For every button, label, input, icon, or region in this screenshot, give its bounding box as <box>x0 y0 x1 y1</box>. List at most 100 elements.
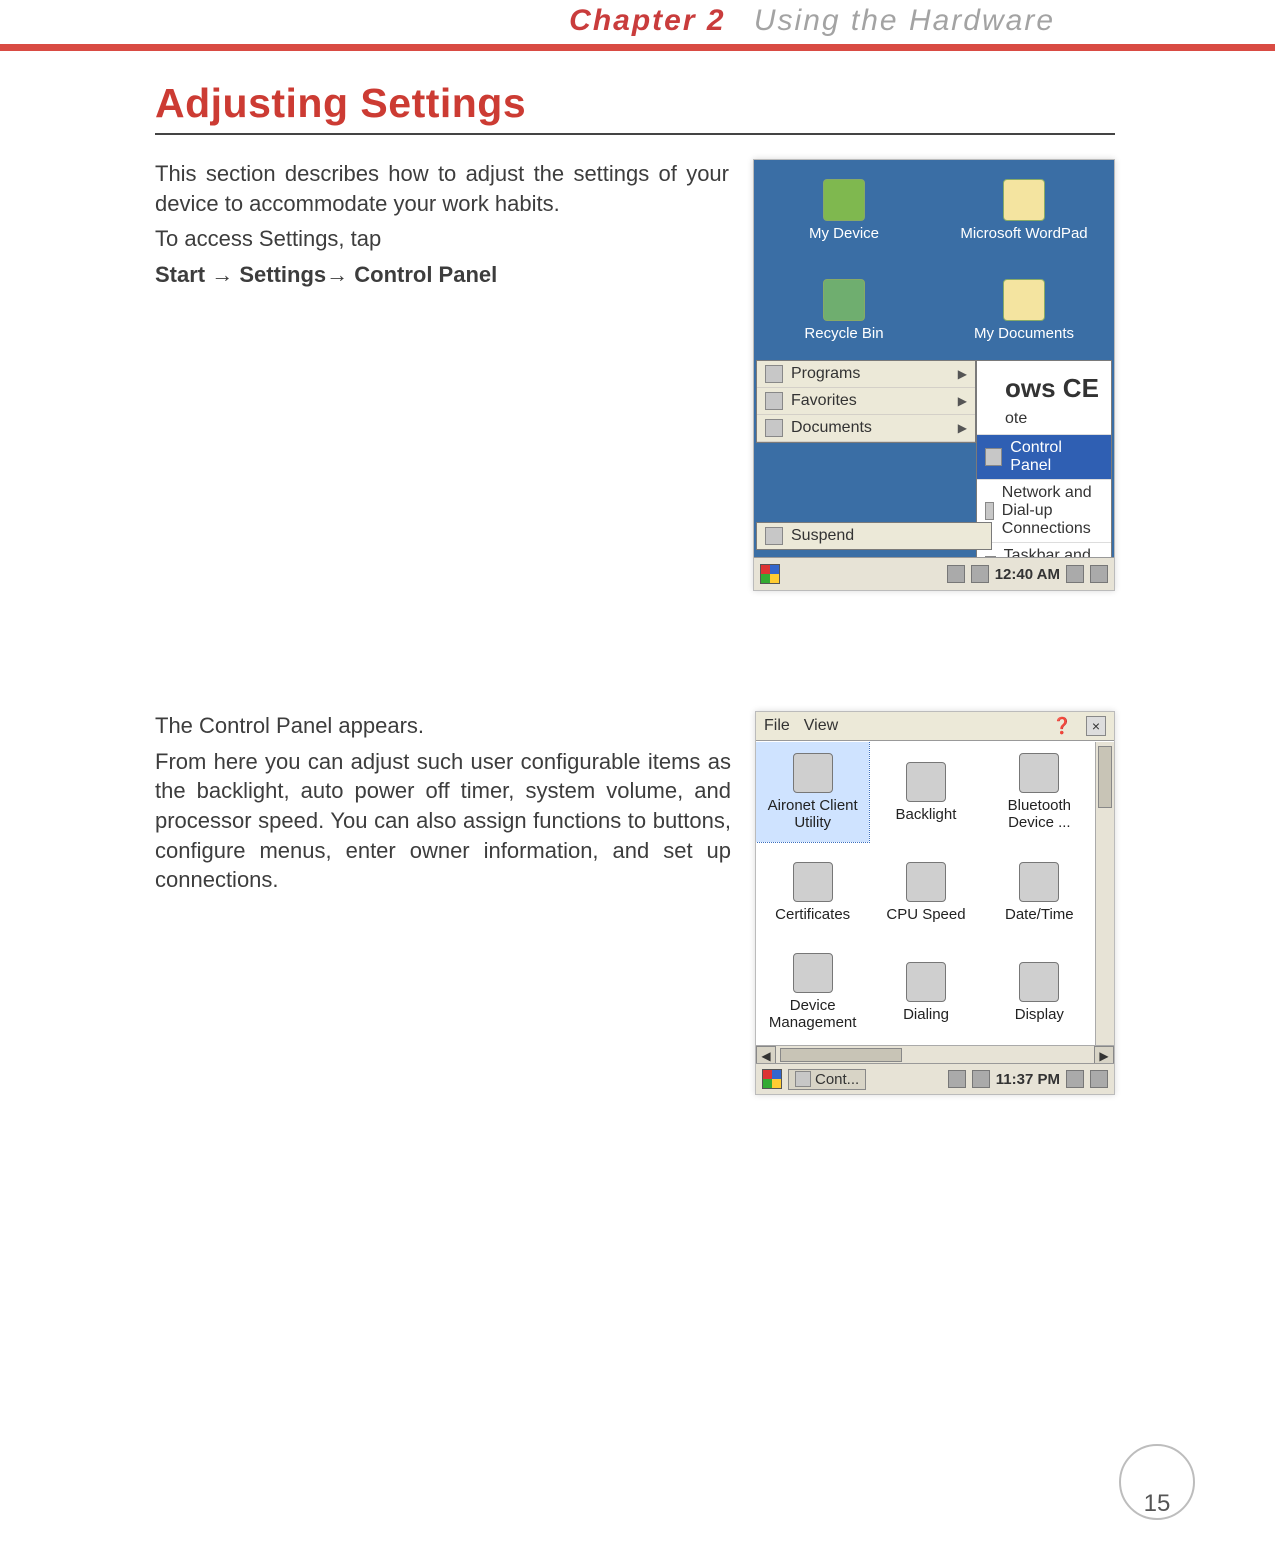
cp-item-device-management[interactable]: Device Management <box>756 942 869 1042</box>
close-button[interactable]: × <box>1086 716 1106 736</box>
intro-text: This section describes how to adjust the… <box>155 159 729 296</box>
help-button[interactable]: ❓ <box>1052 716 1072 736</box>
menubar: File View ❓ × <box>756 712 1114 741</box>
cp-item-certificates[interactable]: Certificates <box>756 842 869 942</box>
windows-ce-banner: ows CE <box>977 363 1111 410</box>
tray-icon[interactable] <box>1066 1070 1084 1088</box>
submenu-control-panel[interactable]: Control Panel <box>977 434 1111 479</box>
desktop-icon-my-documents[interactable]: My Documents <box>934 260 1114 360</box>
header-rule <box>0 44 1275 51</box>
tray-icon[interactable] <box>972 1070 990 1088</box>
cp-item-aironet[interactable]: Aironet Client Utility <box>756 742 869 842</box>
programs-icon <box>765 365 783 383</box>
menu-label: Favorites <box>791 392 857 410</box>
cp-item-date-time[interactable]: Date/Time <box>983 842 1096 942</box>
scrollbar-thumb[interactable] <box>780 1048 902 1062</box>
chevron-right-icon: ▶ <box>958 394 967 408</box>
horizontal-scrollbar[interactable]: ◀ ▶ <box>756 1045 1114 1064</box>
menu-file[interactable]: File <box>764 717 790 735</box>
tray-icon[interactable] <box>1066 565 1084 583</box>
cp-item-label: Certificates <box>775 906 850 923</box>
start-menu: Programs▶ Favorites ▶ Documents▶ <box>756 360 976 443</box>
suspend-icon <box>765 527 783 545</box>
cp-item-label: Date/Time <box>1005 906 1074 923</box>
taskbar-clock: 12:40 AM <box>995 566 1060 583</box>
taskbar: 12:40 AM <box>754 557 1114 590</box>
bluetooth-icon <box>1019 753 1059 793</box>
cp-item-cpu-speed[interactable]: CPU Speed <box>869 842 982 942</box>
start-menu-programs[interactable]: Programs▶ <box>757 361 975 388</box>
cp-item-dialing[interactable]: Dialing <box>869 942 982 1042</box>
network-icon <box>985 502 994 520</box>
wordpad-icon <box>1003 179 1045 221</box>
body2-p1: The Control Panel appears. <box>155 711 731 741</box>
desktop-icon-label: Microsoft WordPad <box>960 225 1087 242</box>
desktop-icon-label: My Documents <box>974 325 1074 342</box>
scrollbar-thumb[interactable] <box>1098 746 1112 808</box>
tray-icon[interactable] <box>947 565 965 583</box>
start-button-icon[interactable] <box>762 1069 782 1089</box>
tray-icon[interactable] <box>1090 1070 1108 1088</box>
favorites-icon <box>765 392 783 410</box>
taskbar: Cont... 11:37 PM <box>756 1063 1114 1094</box>
intro-p3: Start → Settings→ Control Panel <box>155 260 729 290</box>
screenshot-control-panel: File View ❓ × Aironet Client Utility Bac… <box>755 711 1115 1095</box>
control-panel-icon <box>795 1071 811 1087</box>
desktop-icon-label: My Device <box>809 225 879 242</box>
control-panel-icon <box>985 448 1002 466</box>
cp-item-label: CPU Speed <box>886 906 965 923</box>
start-button-icon[interactable] <box>760 564 780 584</box>
backlight-icon <box>906 762 946 802</box>
taskbar-button-control-panel[interactable]: Cont... <box>788 1069 866 1090</box>
menu-view[interactable]: View <box>804 717 838 735</box>
menu-label: Suspend <box>791 527 854 545</box>
cpu-icon <box>906 862 946 902</box>
cp-item-display[interactable]: Display <box>983 942 1096 1042</box>
clock-icon <box>1019 862 1059 902</box>
cp-item-label: Dialing <box>903 1006 949 1023</box>
submenu-network[interactable]: Network and Dial-up Connections <box>977 479 1111 542</box>
start-menu-suspend[interactable]: Suspend <box>756 522 992 550</box>
chapter-label: Chapter 2 <box>569 4 725 37</box>
intro-p1: This section describes how to adjust the… <box>155 159 729 218</box>
cp-item-backlight[interactable]: Backlight <box>869 742 982 842</box>
menu-label: Control Panel <box>1010 439 1103 475</box>
vertical-scrollbar[interactable] <box>1095 742 1114 1046</box>
cp-item-bluetooth[interactable]: Bluetooth Device ... <box>983 742 1096 842</box>
cp-item-label: Bluetooth Device ... <box>983 797 1096 831</box>
taskbar-clock: 11:37 PM <box>996 1071 1060 1088</box>
tray-icon[interactable] <box>971 565 989 583</box>
device-icon <box>823 179 865 221</box>
certificates-icon <box>793 862 833 902</box>
device-management-icon <box>793 953 833 993</box>
start-menu-favorites[interactable]: Favorites ▶ <box>757 388 975 415</box>
recycle-bin-icon <box>823 279 865 321</box>
cp-item-label: Display <box>1015 1006 1064 1023</box>
desktop-icon-label: Recycle Bin <box>804 325 883 342</box>
tray-icon[interactable] <box>1090 565 1108 583</box>
tray-icon[interactable] <box>948 1070 966 1088</box>
body2-p2: From here you can adjust such user confi… <box>155 747 731 895</box>
page-number-badge: 15 <box>1119 1444 1195 1520</box>
folder-icon <box>1003 279 1045 321</box>
menu-label: Network and Dial-up Connections <box>1002 484 1103 538</box>
screenshot-start-menu: My Device Microsoft WordPad Recycle Bin … <box>753 159 1115 591</box>
menu-label: Documents <box>791 419 872 437</box>
scrollbar-track[interactable] <box>776 1046 1094 1064</box>
section-heading: Adjusting Settings <box>155 80 1115 127</box>
taskbar-button-label: Cont... <box>815 1071 859 1088</box>
display-icon <box>1019 962 1059 1002</box>
cp-item-label: Device Management <box>756 997 869 1031</box>
control-panel-grid: Aironet Client Utility Backlight Bluetoo… <box>756 742 1096 1046</box>
start-menu-documents[interactable]: Documents▶ <box>757 415 975 442</box>
page-header: Chapter 2 Using the Hardware <box>0 0 1275 44</box>
documents-icon <box>765 419 783 437</box>
desktop-icon-recycle-bin[interactable]: Recycle Bin <box>754 260 934 360</box>
dialing-icon <box>906 962 946 1002</box>
desktop-icon-my-device[interactable]: My Device <box>754 160 934 260</box>
windows-ce-sub: ote <box>977 410 1111 434</box>
cp-item-label: Aironet Client Utility <box>756 797 869 831</box>
menu-label: Programs <box>791 365 860 383</box>
wifi-icon <box>793 753 833 793</box>
desktop-icon-wordpad[interactable]: Microsoft WordPad <box>934 160 1114 260</box>
